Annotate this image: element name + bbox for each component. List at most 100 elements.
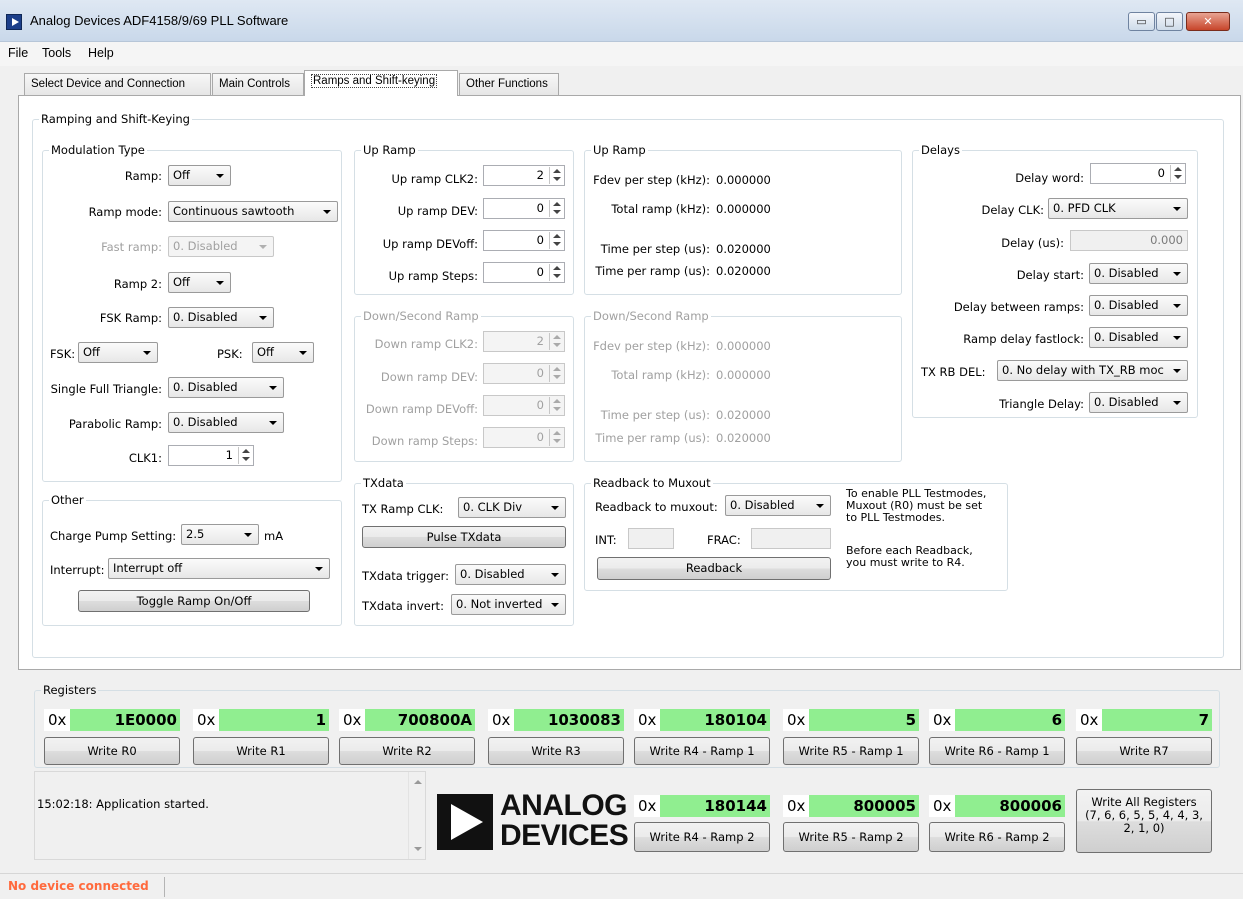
connection-status: No device connected: [8, 879, 149, 893]
down-ramp-dev-spinbox[interactable]: 0: [483, 363, 565, 384]
group-title: Modulation Type: [49, 143, 147, 157]
txdata-trigger-combo[interactable]: 0. Disabled: [455, 564, 566, 585]
register-value[interactable]: 7: [1102, 709, 1212, 731]
menu-help[interactable]: Help: [88, 46, 114, 60]
minimize-button[interactable]: ▭: [1128, 12, 1155, 31]
register-value[interactable]: 5: [809, 709, 919, 731]
log-scrollbar[interactable]: [408, 772, 425, 859]
write-r5-ramp2-button[interactable]: Write R5 - Ramp 2: [783, 822, 919, 852]
down-fdev-label: Fdev per step (kHz):: [593, 339, 710, 353]
int-field: [628, 528, 674, 549]
readback-button[interactable]: Readback: [597, 557, 831, 580]
spin-value: 0: [536, 430, 544, 444]
down-ramp-clk2-spinbox[interactable]: 2: [483, 331, 565, 352]
spin-arrows-icon[interactable]: [549, 232, 563, 249]
txdata-invert-combo[interactable]: 0. Not inverted: [451, 594, 566, 615]
tx-ramp-clk-combo[interactable]: 0. CLK Div: [458, 497, 566, 518]
spin-arrows-icon[interactable]: [549, 365, 563, 382]
spin-arrows-icon[interactable]: [1170, 165, 1184, 182]
group-title: Delays: [919, 143, 962, 157]
fast-ramp-combo[interactable]: 0. Disabled: [168, 236, 274, 257]
write-r7-button[interactable]: Write R7: [1076, 737, 1212, 765]
delay-clk-combo[interactable]: 0. PFD CLK: [1048, 198, 1188, 219]
charge-pump-combo[interactable]: 2.5: [181, 524, 259, 545]
spin-arrows-icon[interactable]: [549, 429, 563, 446]
register-value[interactable]: 6: [955, 709, 1065, 731]
write-r6-ramp2-button[interactable]: Write R6 - Ramp 2: [929, 822, 1065, 852]
menu-tools[interactable]: Tools: [42, 46, 71, 60]
register-value[interactable]: 1030083: [514, 709, 624, 731]
maximize-button[interactable]: □: [1156, 12, 1183, 31]
spin-arrows-icon[interactable]: [549, 333, 563, 350]
up-ramp-devoff-spinbox[interactable]: 0: [483, 230, 565, 251]
register-value[interactable]: 700800A: [365, 709, 475, 731]
menu-file[interactable]: File: [8, 46, 28, 60]
tab-select-device[interactable]: Select Device and Connection: [24, 73, 211, 95]
ramp-combo[interactable]: Off: [168, 165, 231, 186]
register-value[interactable]: 1E0000: [70, 709, 180, 731]
triangle-delay-combo[interactable]: 0. Disabled: [1089, 392, 1188, 413]
up-time-step-value: 0.020000: [716, 242, 771, 256]
up-ramp-steps-spinbox[interactable]: 0: [483, 262, 565, 283]
up-ramp-clk2-spinbox[interactable]: 2: [483, 165, 565, 186]
register-r0: 0x 1E0000: [44, 709, 180, 731]
pulse-txdata-button[interactable]: Pulse TXdata: [362, 526, 566, 548]
write-r6-ramp1-button[interactable]: Write R6 - Ramp 1: [929, 737, 1065, 765]
toggle-ramp-button[interactable]: Toggle Ramp On/Off: [78, 590, 310, 612]
spin-arrows-icon[interactable]: [549, 167, 563, 184]
write-all-registers-button[interactable]: Write All Registers (7, 6, 6, 5, 5, 4, 4…: [1076, 789, 1212, 853]
write-r3-button[interactable]: Write R3: [488, 737, 624, 765]
psk-combo[interactable]: Off: [252, 342, 314, 363]
window-title: Analog Devices ADF4158/9/69 PLL Software: [30, 13, 289, 28]
ramp-mode-combo[interactable]: Continuous sawtooth: [168, 201, 338, 222]
write-r2-button[interactable]: Write R2: [339, 737, 475, 765]
log-textbox[interactable]: 15:02:18: Application started.: [34, 771, 426, 860]
parabolic-ramp-label: Parabolic Ramp:: [68, 417, 162, 431]
tab-ramps-shift-keying[interactable]: Ramps and Shift-keying: [304, 70, 458, 96]
spin-arrows-icon[interactable]: [549, 200, 563, 217]
write-r1-button[interactable]: Write R1: [193, 737, 329, 765]
clk1-spinbox[interactable]: 1: [168, 445, 254, 466]
spin-arrows-icon[interactable]: [549, 264, 563, 281]
tab-other-functions[interactable]: Other Functions: [459, 73, 559, 95]
register-value[interactable]: 1: [219, 709, 329, 731]
delay-between-combo[interactable]: 0. Disabled: [1089, 295, 1188, 316]
register-value[interactable]: 180104: [660, 709, 770, 731]
register-value[interactable]: 180144: [660, 795, 770, 817]
up-fdev-label: Fdev per step (kHz):: [593, 173, 710, 187]
write-r0-button[interactable]: Write R0: [44, 737, 180, 765]
ramp2-combo[interactable]: Off: [168, 272, 231, 293]
fsk-ramp-combo[interactable]: 0. Disabled: [168, 307, 274, 328]
interrupt-label: Interrupt:: [50, 563, 105, 577]
interrupt-combo[interactable]: Interrupt off: [108, 558, 330, 579]
single-full-triangle-combo[interactable]: 0. Disabled: [168, 377, 284, 398]
fsk-label: FSK:: [50, 347, 76, 361]
up-ramp-dev-label: Up ramp DEV:: [397, 204, 478, 218]
readback-muxout-combo[interactable]: 0. Disabled: [725, 495, 831, 516]
close-button[interactable]: ✕: [1186, 12, 1230, 31]
group-title: Ramping and Shift-Keying: [39, 112, 192, 126]
register-value[interactable]: 800005: [809, 795, 919, 817]
up-ramp-dev-spinbox[interactable]: 0: [483, 198, 565, 219]
charge-pump-label: Charge Pump Setting:: [50, 529, 177, 543]
write-r5-ramp1-button[interactable]: Write R5 - Ramp 1: [783, 737, 919, 765]
down-ramp-steps-spinbox[interactable]: 0: [483, 427, 565, 448]
delay-word-spinbox[interactable]: 0: [1090, 163, 1186, 184]
ramp-delay-fastlock-combo[interactable]: 0. Disabled: [1089, 327, 1188, 348]
down-total-label: Total ramp (kHz):: [611, 368, 710, 382]
delay-start-combo[interactable]: 0. Disabled: [1089, 263, 1188, 284]
fsk-combo[interactable]: Off: [78, 342, 158, 363]
group-title: Down/Second Ramp: [591, 309, 711, 323]
write-r4-ramp2-button[interactable]: Write R4 - Ramp 2: [634, 822, 770, 852]
parabolic-ramp-combo[interactable]: 0. Disabled: [168, 412, 284, 433]
tx-rb-del-combo[interactable]: 0. No delay with TX_RB moc: [997, 360, 1188, 381]
register-value[interactable]: 800006: [955, 795, 1065, 817]
write-r4-ramp1-button[interactable]: Write R4 - Ramp 1: [634, 737, 770, 765]
spin-arrows-icon[interactable]: [238, 447, 252, 464]
down-ramp-devoff-spinbox[interactable]: 0: [483, 395, 565, 416]
spin-arrows-icon[interactable]: [549, 397, 563, 414]
tab-main-controls[interactable]: Main Controls: [212, 73, 304, 95]
readback-note-line2: you must write to R4.: [846, 556, 965, 569]
group-title: Registers: [41, 683, 99, 697]
hex-prefix: 0x: [339, 709, 365, 731]
